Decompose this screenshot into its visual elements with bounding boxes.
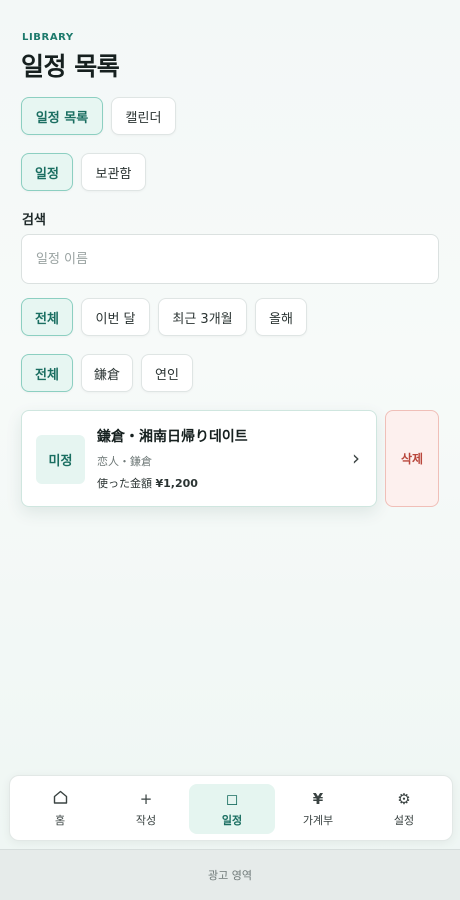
tab-schedules[interactable]: 일정 [21,153,73,191]
bottom-nav: 홈 + 작성 ◻ 일정 ¥ 가계부 ⚙ 설정 [9,775,453,841]
tab-calendar[interactable]: 캘린더 [111,97,176,135]
nav-item-schedule[interactable]: ◻ 일정 [189,784,275,834]
tag-filter-all[interactable]: 전체 [21,354,73,392]
period-filter-last-3-months[interactable]: 최근 3개월 [158,298,247,336]
nav-label-home: 홈 [54,814,66,827]
nav-item-settings[interactable]: ⚙ 설정 [361,784,447,834]
yen-icon: ¥ [312,789,324,808]
plan-card[interactable]: 미정 鎌倉・湘南日帰り데이트 恋人・鎌倉 使った金額 ¥1,200 › [21,410,377,507]
plan-amount-label: 使った金額 [97,477,152,490]
plan-tags: 恋人・鎌倉 [97,455,152,468]
tab-schedule-list[interactable]: 일정 목록 [21,97,103,135]
tag-filter-kamakura[interactable]: 鎌倉 [81,354,133,392]
home-icon [53,790,68,807]
period-filter-this-month[interactable]: 이번 달 [81,298,150,336]
gear-icon: ⚙ [397,789,411,808]
nav-label-create: 작성 [135,813,157,827]
search-input[interactable] [21,234,439,284]
nav-item-home[interactable]: 홈 [17,784,103,834]
square-icon: ◻ [225,789,239,808]
nav-item-ledger[interactable]: ¥ 가계부 [275,784,361,834]
plan-amount: 使った金額 ¥1,200 [97,475,198,491]
plus-icon: + [139,789,153,808]
tab-archive[interactable]: 보관함 [81,153,146,191]
nav-item-create[interactable]: + 작성 [103,784,189,834]
tag-filter-partner[interactable]: 연인 [141,354,193,392]
delete-button[interactable]: 삭제 [385,410,439,507]
schedule-list-screen: LIBRARY 일정 목록 일정 목록 캘린더 일정 보관함 검색 전체 이번 … [0,0,460,900]
ad-banner: 광고 영역 [0,849,460,900]
period-filter-this-year[interactable]: 올해 [255,298,307,336]
chevron-right-icon: › [352,446,360,470]
page-title: 일정 목록 [21,52,120,81]
nav-label-settings: 설정 [393,813,415,827]
period-filter-all[interactable]: 전체 [21,298,73,336]
status-badge: 미정 [36,435,85,484]
search-label: 검색 [22,213,46,228]
section-eyebrow: LIBRARY [22,32,74,43]
nav-label-ledger: 가계부 [302,813,334,827]
plan-amount-value: ¥1,200 [155,477,198,490]
nav-label-schedule: 일정 [221,813,243,827]
plan-title: 鎌倉・湘南日帰り데이트 [97,429,248,445]
